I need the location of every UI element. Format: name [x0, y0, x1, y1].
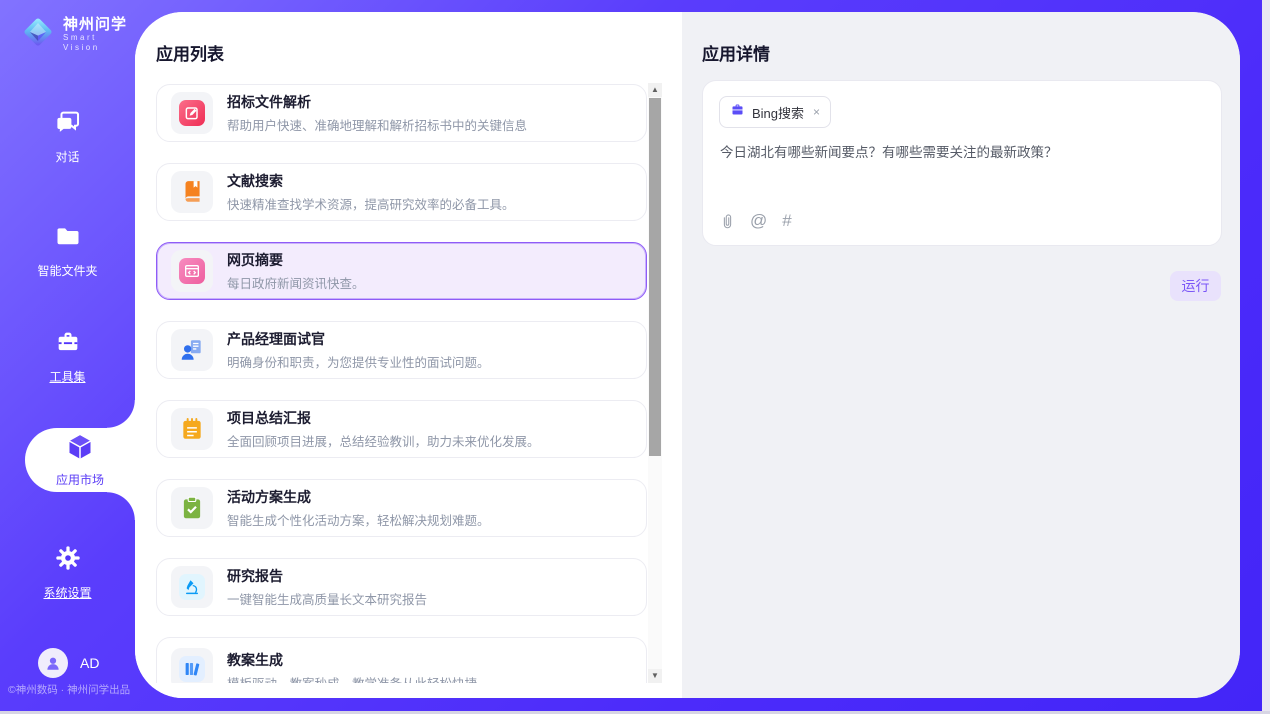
app-desc: 明确身份和职责，为您提供专业性的面试问题。	[227, 352, 490, 371]
app-card-research-report[interactable]: 研究报告 一键智能生成高质量长文本研究报告	[156, 558, 647, 616]
sidebar-item-smart-folders[interactable]: 智能文件夹	[0, 222, 135, 279]
prompt-text[interactable]: 今日湖北有哪些新闻要点？有哪些需要关注的最新政策？	[720, 141, 1200, 161]
app-card-lesson-plan-generator[interactable]: 教案生成 模板驱动，教案秒成，教学准备从此轻松快捷	[156, 637, 647, 683]
edit-square-icon	[171, 92, 213, 134]
run-button[interactable]: 运行	[1170, 271, 1221, 301]
sidebar-item-settings[interactable]: 系统设置	[0, 544, 135, 601]
gear-icon	[54, 544, 82, 577]
bubble-notch-bottom	[107, 492, 135, 520]
app-card-literature-search[interactable]: 文献搜索 快速精准查找学术资源，提高研究效率的必备工具。	[156, 163, 647, 221]
app-detail-title: 应用详情	[702, 40, 770, 65]
briefcase-icon	[730, 102, 745, 122]
app-name: 网页摘要	[227, 250, 365, 270]
tag-close-icon[interactable]: ×	[813, 105, 820, 119]
copyright-footer: ©神州数码 · 神州问学出品	[8, 682, 135, 697]
avatar	[38, 648, 68, 678]
microscope-icon	[171, 566, 213, 608]
attachment-toolbar: @ #	[720, 211, 792, 231]
book-icon	[171, 171, 213, 213]
window-edge-right	[1262, 0, 1270, 714]
app-desc: 智能生成个性化活动方案，轻松解决规划难题。	[227, 510, 490, 529]
app-desc: 一键智能生成高质量长文本研究报告	[227, 589, 427, 608]
app-frame: 神州问学 Smart Vision 对话 智能文件夹	[0, 0, 1262, 711]
prompt-input-card[interactable]: Bing搜索 × 今日湖北有哪些新闻要点？有哪些需要关注的最新政策？ @ #	[702, 80, 1222, 246]
app-card-project-summary[interactable]: 项目总结汇报 全面回顾项目进展，总结经验教训，助力未来优化发展。	[156, 400, 647, 458]
app-name: 教案生成	[227, 650, 477, 670]
app-desc: 帮助用户快速、准确地理解和解析招标书中的关键信息	[227, 115, 527, 134]
sidebar-item-chat[interactable]: 对话	[0, 108, 135, 165]
app-desc: 每日政府新闻资讯快查。	[227, 273, 365, 292]
sidebar-item-label: 系统设置	[43, 584, 91, 601]
app-list-scrollbar: ▲ ▼	[648, 83, 662, 683]
scroll-up-arrow[interactable]: ▲	[648, 83, 662, 97]
diamond-logo-icon	[20, 14, 56, 55]
main-content: 应用列表 招标文件解析 帮助用户快速、准确地理解和解析招标书中的关键信息	[135, 12, 1240, 698]
app-list-title: 应用列表	[156, 40, 224, 65]
mention-icon[interactable]: @	[750, 211, 767, 231]
clipboard-check-icon	[171, 487, 213, 529]
app-detail-panel: 应用详情 Bing搜索 × 今日湖北有哪些新闻要点？有哪些需要关注的最新政策？	[682, 12, 1240, 698]
sidebar-item-toolset[interactable]: 工具集	[0, 328, 135, 385]
app-desc: 快速精准查找学术资源，提高研究效率的必备工具。	[227, 194, 515, 213]
app-name: 研究报告	[227, 566, 427, 586]
note-icon	[171, 408, 213, 450]
sidebar-item-label: 对话	[55, 148, 79, 165]
tool-tag-label: Bing搜索	[752, 103, 804, 122]
app-card-bid-document-parsing[interactable]: 招标文件解析 帮助用户快速、准确地理解和解析招标书中的关键信息	[156, 84, 647, 142]
hash-icon[interactable]: #	[782, 211, 791, 231]
brand-subtitle: Smart Vision	[63, 33, 135, 53]
app-name: 活动方案生成	[227, 487, 490, 507]
sidebar-item-label: 工具集	[49, 368, 85, 385]
app-name: 产品经理面试官	[227, 329, 490, 349]
tool-tag-bing-search[interactable]: Bing搜索 ×	[719, 96, 831, 128]
user-account[interactable]: AD	[38, 648, 99, 678]
app-name: 项目总结汇报	[227, 408, 540, 428]
user-initials: AD	[80, 655, 99, 671]
app-card-web-summary[interactable]: 网页摘要 每日政府新闻资讯快查。	[156, 242, 647, 300]
person-document-icon	[171, 329, 213, 371]
app-card-event-plan-generator[interactable]: 活动方案生成 智能生成个性化活动方案，轻松解决规划难题。	[156, 479, 647, 537]
chat-icon	[54, 108, 82, 141]
cube-icon	[65, 432, 95, 467]
app-name: 招标文件解析	[227, 92, 527, 112]
toolbox-icon	[54, 328, 82, 361]
app-card-pm-interviewer[interactable]: 产品经理面试官 明确身份和职责，为您提供专业性的面试问题。	[156, 321, 647, 379]
sidebar-item-app-market[interactable]: 应用市场	[25, 428, 135, 492]
app-cards: 招标文件解析 帮助用户快速、准确地理解和解析招标书中的关键信息 文献搜索 快速精…	[156, 84, 647, 698]
sidebar-item-label: 应用市场	[56, 471, 104, 488]
scroll-down-arrow[interactable]: ▼	[648, 669, 662, 683]
sidebar: 神州问学 Smart Vision 对话 智能文件夹	[0, 0, 135, 711]
paperclip-icon[interactable]	[720, 213, 735, 230]
folder-icon	[54, 222, 82, 255]
brand-logo: 神州问学 Smart Vision	[20, 14, 135, 55]
brand-name: 神州问学	[63, 16, 135, 33]
app-desc: 全面回顾项目进展，总结经验教训，助力未来优化发展。	[227, 431, 540, 450]
sidebar-item-label: 智能文件夹	[37, 262, 97, 279]
app-name: 文献搜索	[227, 171, 515, 191]
bubble-notch-top	[107, 400, 135, 428]
books-icon	[171, 648, 213, 683]
app-list-panel: 应用列表 招标文件解析 帮助用户快速、准确地理解和解析招标书中的关键信息	[135, 12, 682, 698]
browser-code-icon	[171, 250, 213, 292]
scrollbar-thumb[interactable]	[649, 98, 661, 456]
app-desc: 模板驱动，教案秒成，教学准备从此轻松快捷	[227, 673, 477, 683]
